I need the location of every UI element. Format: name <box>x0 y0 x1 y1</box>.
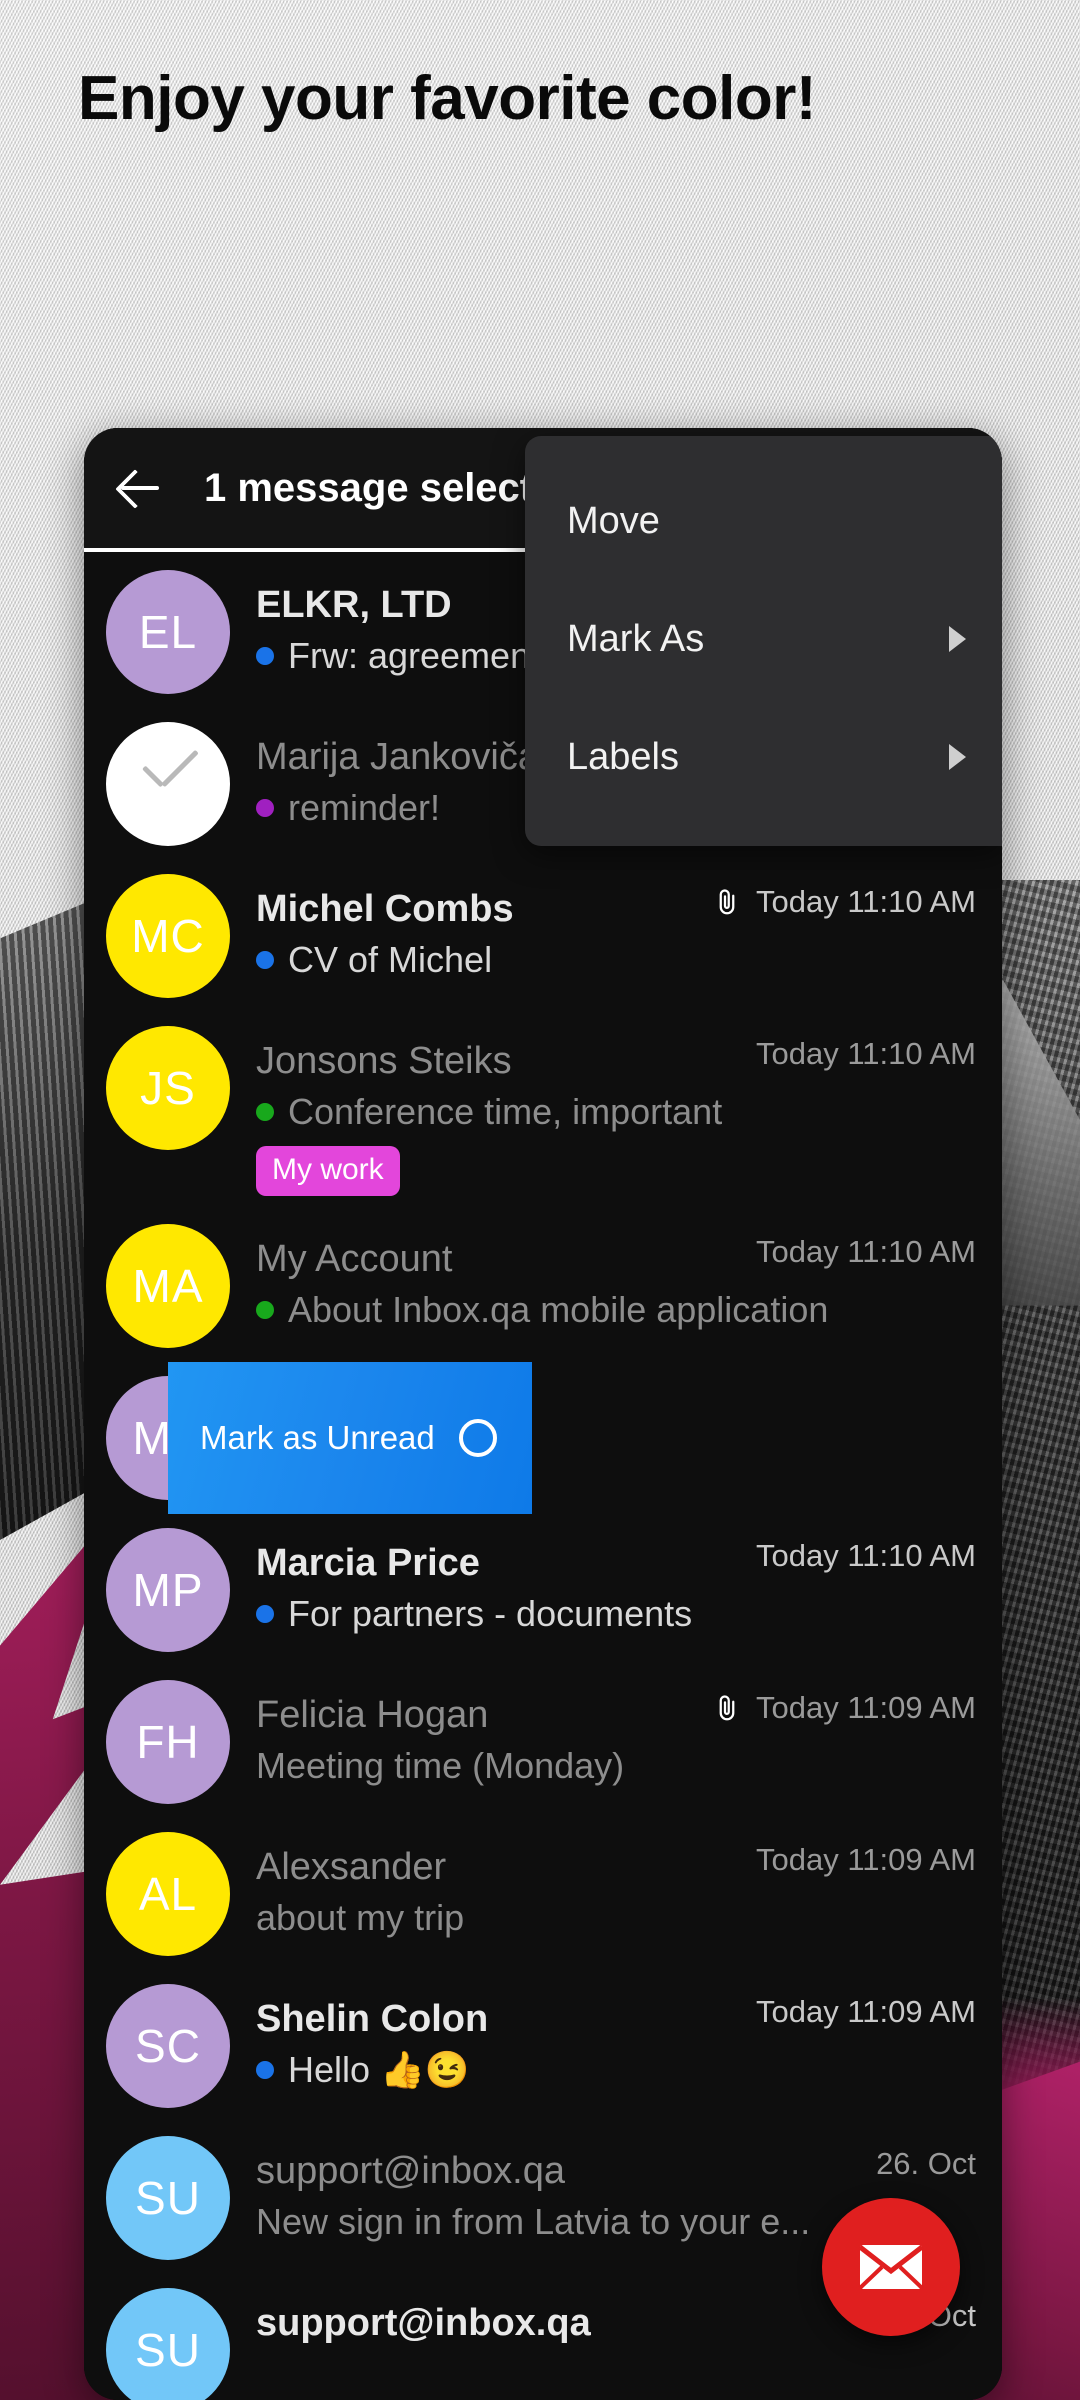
email-subject: Hello 👍😉 <box>288 2048 470 2090</box>
phone-mockup: 1 message selected EL ELKR, LTD Frw: agree… <box>84 428 1002 2400</box>
app-bar-title: 1 message selected <box>204 465 580 510</box>
avatar-initials: JS <box>140 1062 196 1114</box>
email-list-item[interactable]: MP Marcia Price For partners - documents To… <box>84 1514 1002 1666</box>
email-subject-line: CV of Michel <box>256 938 982 981</box>
email-label-tag[interactable]: My work <box>256 1145 400 1196</box>
email-list-item[interactable]: JS Jonsons Steiks Conference time, importa… <box>84 1012 1002 1210</box>
envelope-icon <box>858 2245 924 2290</box>
back-arrow-icon[interactable] <box>108 457 170 519</box>
email-meta: Today 11:10 AM <box>756 1234 976 1270</box>
email-list-item[interactable]: MC Michel Combs CV of Michel Today 11:10 AM <box>84 860 1002 1012</box>
email-meta: Today 11:10 AM <box>756 1538 976 1574</box>
email-list-item[interactable]: AL Alexsander about my trip Today 11:09 AM <box>84 1818 1002 1970</box>
email-meta: Today 11:09 AM <box>712 1690 976 1726</box>
chevron-right-icon <box>949 626 966 652</box>
chevron-right-icon <box>949 744 966 770</box>
email-subject-line: about my trip <box>256 1896 982 1939</box>
email-subject-line: For partners - documents <box>256 1592 982 1635</box>
email-subject: CV of Michel <box>288 939 493 981</box>
avatar[interactable]: AL <box>106 1831 230 1956</box>
swipe-action-mark-as-unread[interactable]: Mark as Unread <box>168 1361 532 1514</box>
unread-dot-icon <box>256 1102 274 1121</box>
avatar[interactable]: MA <box>106 1223 230 1348</box>
email-subject: about my trip <box>256 1896 465 1938</box>
avatar[interactable]: FH <box>106 1679 230 1804</box>
city-photo-left <box>0 900 92 1540</box>
email-sender: support@inbox.qa <box>256 2149 565 2192</box>
email-timestamp: Today 11:09 AM <box>755 1841 976 1877</box>
context-menu-item-label: Move <box>567 499 660 542</box>
avatar-initials: SU <box>135 2323 201 2376</box>
context-menu-item-mark-as[interactable]: Mark As <box>525 580 1002 698</box>
email-list-item[interactable]: MEMeganParty 😄Mark as Unread <box>84 1361 1002 1514</box>
unread-dot-icon <box>256 1604 274 1623</box>
email-meta: 26. Oct <box>876 2146 976 2182</box>
avatar[interactable]: MC <box>106 874 230 998</box>
email-list-item[interactable]: MA My Account About Inbox.qa mobile applic… <box>84 1210 1002 1362</box>
page-title: Enjoy your favorite color! <box>78 64 817 133</box>
avatar[interactable]: EL <box>106 570 230 694</box>
context-menu-item-labels[interactable]: Labels <box>525 698 1002 816</box>
email-timestamp: Today 11:10 AM <box>755 884 976 919</box>
email-meta: Today 11:09 AM <box>756 1842 976 1878</box>
avatar-initials: MP <box>132 1563 204 1616</box>
avatar-initials: FH <box>136 1715 200 1768</box>
context-menu-item-move[interactable]: Move <box>525 462 1002 580</box>
app-screen: 1 message selected EL ELKR, LTD Frw: agree… <box>84 428 1002 2400</box>
unread-dot-icon <box>256 950 274 969</box>
email-subject-line: About Inbox.qa mobile application <box>256 1288 982 1331</box>
avatar-selected-check[interactable] <box>106 722 230 846</box>
avatar-initials: AL <box>138 1867 198 1920</box>
email-timestamp: Today 11:10 AM <box>755 1537 976 1573</box>
email-timestamp: Today 11:10 AM <box>755 1036 976 1071</box>
email-timestamp: Today 11:09 AM <box>755 1689 976 1725</box>
unread-dot-icon <box>256 798 274 817</box>
avatar[interactable]: SU <box>106 2287 230 2400</box>
email-subject-line: Meeting time (Monday) <box>256 1744 982 1787</box>
avatar[interactable]: SC <box>106 1983 230 2108</box>
compose-fab-button[interactable] <box>822 2198 960 2336</box>
email-subject: For partners - documents <box>288 1592 693 1634</box>
unread-dot-icon <box>256 1300 274 1319</box>
email-subject: Frw: agreement <box>288 635 541 677</box>
avatar[interactable]: SU <box>106 2135 230 2260</box>
unread-dot-icon <box>256 2060 274 2079</box>
unread-dot-icon <box>256 646 274 665</box>
swipe-action-label: Mark as Unread <box>200 1418 435 1456</box>
email-meta: Today 11:09 AM <box>756 1994 976 2030</box>
avatar-initials: SC <box>135 2019 201 2072</box>
avatar[interactable]: MP <box>106 1527 230 1652</box>
avatar-initials: MA <box>132 1259 204 1312</box>
attachment-paperclip-icon <box>719 889 735 915</box>
unread-circle-icon <box>458 1418 497 1457</box>
email-subject: Conference time, important <box>288 1091 723 1133</box>
email-subject-line: Hello 👍😉 <box>256 2048 982 2091</box>
email-list-item[interactable]: FH Felicia Hogan Meeting time (Monday) Toda… <box>84 1666 1002 1818</box>
avatar[interactable]: JS <box>106 1026 230 1150</box>
avatar-initials: MC <box>131 910 205 962</box>
email-timestamp: Today 11:10 AM <box>755 1233 976 1269</box>
email-list-item[interactable]: SC Shelin Colon Hello 👍😉 Today 11:09 AM <box>84 1970 1002 2122</box>
attachment-paperclip-icon <box>719 1694 735 1720</box>
context-menu[interactable]: Move Mark As Labels <box>525 436 1002 846</box>
email-meta: Today 11:10 AM <box>712 884 976 920</box>
email-subject: New sign in from Latvia to your e... <box>256 2200 811 2242</box>
email-subject: About Inbox.qa mobile application <box>288 1288 829 1330</box>
email-subject-line: Conference time, important <box>256 1090 982 1133</box>
email-subject: Meeting time (Monday) <box>256 1744 625 1786</box>
email-timestamp: Today 11:09 AM <box>755 1993 976 2029</box>
email-timestamp: 26. Oct <box>876 2145 976 2181</box>
email-subject: reminder! <box>288 787 441 829</box>
context-menu-item-label: Labels <box>567 735 679 778</box>
context-menu-item-label: Mark As <box>567 617 705 660</box>
avatar-initials: EL <box>138 606 198 658</box>
avatar-initials: SU <box>135 2171 201 2224</box>
email-meta: Today 11:10 AM <box>756 1036 976 1072</box>
